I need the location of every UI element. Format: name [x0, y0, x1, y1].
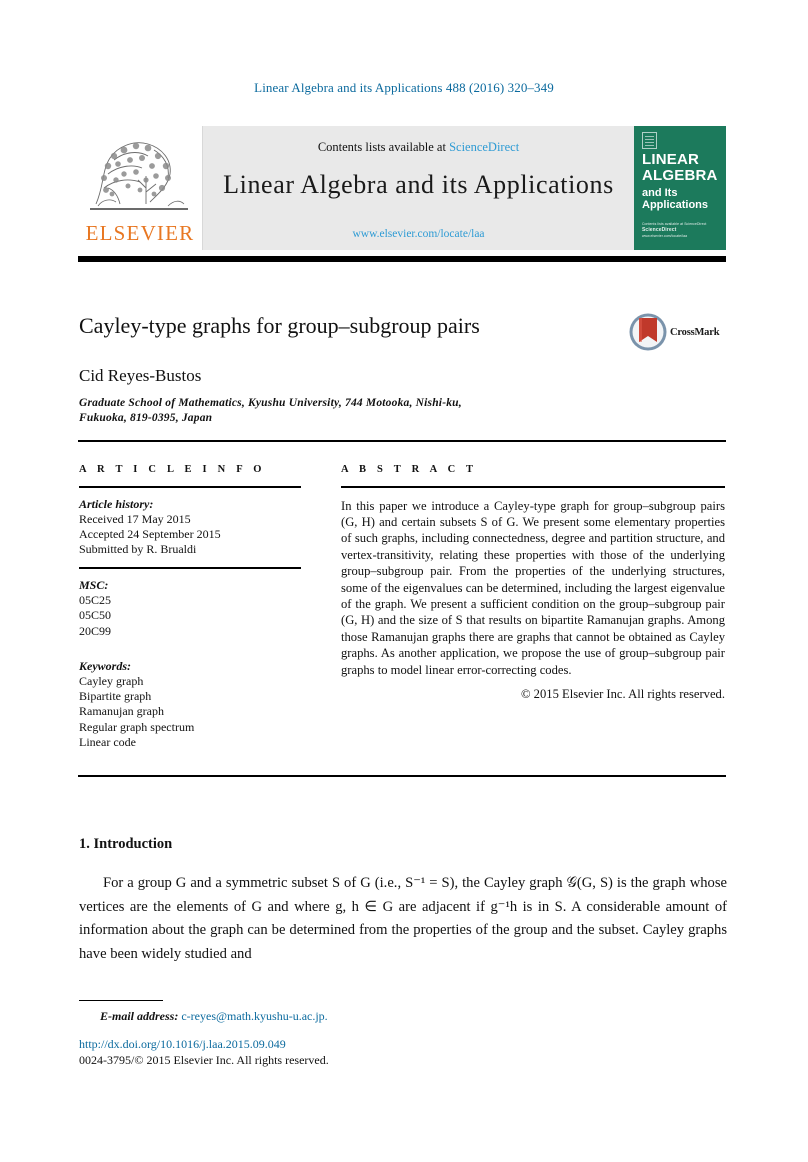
doi-link[interactable]: http://dx.doi.org/10.1016/j.laa.2015.09.… [79, 1037, 286, 1052]
abstract-heading: A B S T R A C T [341, 464, 478, 475]
issn-copyright-line: 0024-3795/© 2015 Elsevier Inc. All right… [79, 1053, 329, 1067]
article-info-separator-1 [79, 567, 301, 569]
cover-title-line2: ALGEBRA [642, 167, 718, 184]
cover-footer-line3: www.elsevier.com/locate/laa [642, 234, 688, 238]
journal-cover-thumbnail: LINEAR ALGEBRA and Its Applications Cont… [634, 126, 726, 250]
cover-title-line4: Applications [642, 199, 709, 211]
abstract-block-bottom-rule [78, 775, 726, 777]
msc-label: MSC: [79, 578, 109, 592]
masthead-center: Contents lists available at ScienceDirec… [203, 126, 634, 250]
cover-footer-line1: Contents lists available at ScienceDirec… [642, 222, 707, 226]
msc-code-2: 20C99 [79, 623, 112, 638]
keywords-label: Keywords: [79, 658, 131, 673]
journal-emblem-icon [642, 132, 657, 149]
crossmark-label: CrossMark [670, 327, 720, 338]
msc-code-1: 05C50 [79, 608, 112, 623]
cover-title-line1: LINEAR [642, 151, 700, 168]
journal-title: Linear Algebra and its Applications [223, 170, 614, 199]
history-accepted: Accepted 24 September 2015 [79, 527, 221, 541]
keywords-group: Keywords: Cayley graph Bipartite graph R… [79, 659, 301, 750]
keyword-4: Linear code [79, 734, 136, 749]
history-submitted-by: Submitted by R. Brualdi [79, 542, 197, 557]
contents-prefix: Contents lists available at [317, 140, 446, 154]
elsevier-wordmark: ELSEVIER [85, 221, 195, 245]
email-label: E-mail address: [100, 1009, 179, 1023]
article-history-label: Article history: [79, 496, 154, 511]
history-received: Received 17 May 2015 [79, 511, 191, 526]
page-title: Cayley-type graphs for group–subgroup pa… [79, 313, 480, 338]
section-heading-introduction: 1. Introduction [79, 836, 173, 852]
keyword-3: Regular graph spectrum [79, 719, 195, 734]
author-block-bottom-rule [78, 440, 726, 442]
email-address-link[interactable]: c-reyes@math.kyushu-u.ac.jp. [181, 1009, 327, 1023]
journal-masthead: ELSEVIER Contents lists available at Sci… [78, 126, 726, 250]
masthead-bottom-rule [78, 256, 726, 262]
msc-group: MSC: 05C25 05C50 20C99 [79, 578, 301, 639]
article-info-column: A R T I C L E I N F O Article history: R… [79, 464, 301, 750]
author-affiliation: Graduate School of Mathematics, Kyushu U… [79, 396, 619, 426]
cover-footer-line2: ScienceDirect [642, 227, 677, 233]
elsevier-logo: ELSEVIER [78, 126, 203, 250]
journal-homepage-link[interactable]: www.elsevier.com/locate/laa [203, 228, 634, 240]
crossmark-icon [629, 313, 667, 351]
article-info-heading: A R T I C L E I N F O [79, 464, 266, 475]
introduction-paragraph: For a group G and a symmetric subset S o… [79, 875, 727, 962]
running-head: Linear Algebra and its Applications 488 … [254, 80, 554, 95]
abstract-column: A B S T R A C T In this paper we introdu… [341, 464, 725, 702]
cover-title-line3: and Its [642, 187, 678, 199]
crossmark-badge[interactable]: CrossMark [628, 312, 728, 358]
author-name: Cid Reyes-Bustos [79, 366, 202, 385]
affiliation-line-2: Fukuoka, 819-0395, Japan [79, 412, 213, 424]
keyword-2: Ramanujan graph [79, 704, 164, 719]
abstract-heading-rule [341, 486, 725, 488]
abstract-text: In this paper we introduce a Cayley-type… [341, 498, 725, 677]
footnote-rule [79, 1000, 163, 1002]
contents-available-line: Contents lists available at ScienceDirec… [203, 140, 634, 155]
keyword-1: Bipartite graph [79, 689, 152, 704]
footnote-email: E-mail address: c-reyes@math.kyushu-u.ac… [100, 1009, 328, 1024]
article-first-page: Linear Algebra and its Applications 488 … [0, 0, 808, 1162]
sciencedirect-link[interactable]: ScienceDirect [449, 140, 519, 154]
keyword-0: Cayley graph [79, 674, 144, 689]
msc-code-0: 05C25 [79, 593, 112, 608]
affiliation-line-1: Graduate School of Mathematics, Kyushu U… [79, 397, 462, 409]
article-history-group: Article history: Received 17 May 2015 Ac… [79, 497, 301, 558]
elsevier-tree-icon [90, 142, 188, 210]
abstract-copyright: © 2015 Elsevier Inc. All rights reserved… [520, 687, 725, 702]
article-info-heading-rule [79, 486, 301, 488]
